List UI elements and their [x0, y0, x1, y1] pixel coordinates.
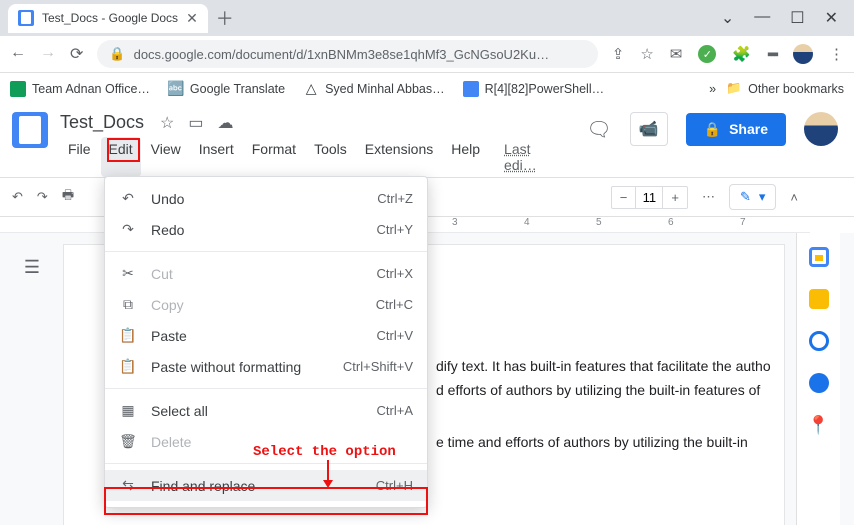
side-panel: 📍: [796, 233, 840, 525]
move-doc-icon[interactable]: ▭: [188, 113, 203, 133]
editing-mode-pill[interactable]: ✎▾: [729, 184, 776, 210]
select-all-icon: ▦: [119, 402, 137, 419]
menu-item-redo[interactable]: ↷RedoCtrl+Y: [105, 214, 427, 245]
copy-icon: ⧉: [119, 296, 137, 313]
browser-tab[interactable]: Test_Docs - Google Docs ✕: [8, 4, 208, 33]
more-toolbar-icon[interactable]: ⋯: [702, 189, 715, 205]
menu-item-undo[interactable]: ↶UndoCtrl+Z: [105, 183, 427, 214]
tab-title: Test_Docs - Google Docs: [42, 11, 178, 25]
decrease-font-icon[interactable]: −: [612, 187, 636, 208]
share-page-icon[interactable]: ⇪: [612, 45, 625, 63]
outline-panel: ☰: [0, 233, 64, 525]
delete-icon: 🗑: [119, 433, 137, 450]
sheets-icon: [10, 81, 26, 97]
mail-icon[interactable]: ✉: [670, 45, 683, 63]
cloud-status-icon[interactable]: ☁: [217, 113, 233, 133]
docs-icon: [463, 81, 479, 97]
menu-view[interactable]: View: [143, 137, 189, 177]
menu-extensions[interactable]: Extensions: [357, 137, 441, 177]
undo-icon: ↶: [119, 190, 137, 207]
print-icon[interactable]: 🖶: [62, 186, 74, 208]
bookmark-item[interactable]: △Syed Minhal Abbas…: [303, 81, 445, 97]
menu-help[interactable]: Help: [443, 137, 488, 177]
document-title[interactable]: Test_Docs: [60, 112, 144, 133]
close-window-icon[interactable]: ✕: [825, 8, 838, 28]
translate-icon: 🔤: [168, 81, 184, 97]
meet-button[interactable]: 📹: [630, 112, 668, 146]
contacts-icon[interactable]: [809, 373, 829, 393]
menu-item-cut[interactable]: ✂CutCtrl+X: [105, 258, 427, 289]
browser-omnibox: ← → ⟳ 🔒 docs.google.com/document/d/1xnBN…: [0, 36, 854, 72]
lock-icon: 🔒: [109, 46, 125, 62]
forward-icon: →: [40, 44, 56, 64]
menu-format[interactable]: Format: [244, 137, 304, 177]
menu-item-paste[interactable]: 📋PasteCtrl+V: [105, 320, 427, 351]
font-size-stepper[interactable]: − +: [611, 186, 688, 209]
lock-icon: 🔒: [704, 121, 721, 138]
docs-logo-icon[interactable]: [12, 112, 48, 148]
undo-icon[interactable]: ↶: [12, 189, 23, 205]
calendar-icon[interactable]: [809, 247, 829, 267]
increase-font-icon[interactable]: +: [663, 187, 687, 208]
bookmarks-overflow-icon[interactable]: »: [709, 82, 716, 96]
apps-icon[interactable]: ▪▪▪: [767, 46, 777, 63]
adblock-icon[interactable]: ✓: [698, 45, 716, 63]
maximize-icon[interactable]: ☐: [790, 8, 804, 28]
font-size-input[interactable]: [635, 187, 663, 208]
docs-favicon-icon: [18, 10, 34, 26]
kebab-menu-icon[interactable]: ⋮: [829, 45, 844, 63]
paste-icon: 📋: [119, 327, 137, 344]
bookmarks-bar: Team Adnan Office… 🔤Google Translate △Sy…: [0, 72, 854, 104]
menu-item-paste-no-format[interactable]: 📋Paste without formattingCtrl+Shift+V: [105, 351, 427, 382]
menu-file[interactable]: File: [60, 137, 99, 177]
menu-item-select-all[interactable]: ▦Select allCtrl+A: [105, 395, 427, 426]
maps-icon[interactable]: 📍: [807, 415, 829, 436]
drive-icon: △: [303, 81, 319, 97]
menu-insert[interactable]: Insert: [191, 137, 242, 177]
menu-item-copy[interactable]: ⧉CopyCtrl+C: [105, 289, 427, 320]
last-edit-link[interactable]: Last edi…: [496, 137, 574, 177]
redo-icon[interactable]: ↷: [37, 189, 48, 205]
paste-plain-icon: 📋: [119, 358, 137, 375]
outline-icon[interactable]: ☰: [24, 257, 40, 278]
url-text: docs.google.com/document/d/1xnBNMm3e8se1…: [134, 47, 550, 62]
menu-edit[interactable]: Edit: [101, 137, 141, 177]
minimize-icon[interactable]: —: [754, 8, 770, 28]
bookmark-item[interactable]: 🔤Google Translate: [168, 81, 285, 97]
find-replace-icon: ⇆: [119, 477, 137, 494]
star-doc-icon[interactable]: ☆: [160, 113, 174, 133]
profile-avatar-icon[interactable]: [793, 44, 813, 64]
new-tab-button[interactable]: ＋: [216, 5, 234, 31]
collapse-toolbar-icon[interactable]: ˄: [790, 190, 798, 205]
tasks-icon[interactable]: [809, 331, 829, 351]
menu-tools[interactable]: Tools: [306, 137, 355, 177]
menu-bar: File Edit View Insert Format Tools Exten…: [60, 137, 574, 177]
annotation-arrow-icon: [318, 460, 338, 490]
close-tab-icon[interactable]: ✕: [186, 10, 198, 27]
chevron-down-icon: ▾: [759, 189, 766, 205]
meet-icon: 📹: [639, 119, 659, 139]
keep-icon[interactable]: [809, 289, 829, 309]
extensions-icon[interactable]: 🧩: [732, 45, 751, 63]
pencil-icon: ✎: [740, 189, 751, 205]
menu-item-find-replace[interactable]: ⇆Find and replaceCtrl+H: [105, 470, 427, 501]
other-bookmarks[interactable]: 📁Other bookmarks: [726, 81, 844, 97]
account-avatar-icon[interactable]: [804, 112, 838, 146]
folder-icon: 📁: [726, 81, 742, 97]
browser-tab-strip: Test_Docs - Google Docs ✕ ＋ ⌄ — ☐ ✕: [0, 0, 854, 36]
chevron-down-icon[interactable]: ⌄: [721, 8, 734, 28]
address-bar[interactable]: 🔒 docs.google.com/document/d/1xnBNMm3e8s…: [97, 40, 597, 68]
back-icon[interactable]: ←: [10, 44, 26, 64]
reload-icon[interactable]: ⟳: [70, 44, 83, 64]
bookmark-item[interactable]: Team Adnan Office…: [10, 81, 150, 97]
annotation-label: Select the option: [253, 444, 396, 460]
bookmark-item[interactable]: R[4][82]PowerShell…: [463, 81, 605, 97]
cut-icon: ✂: [119, 265, 137, 282]
star-icon[interactable]: ☆: [640, 45, 653, 63]
share-button[interactable]: 🔒Share: [686, 113, 786, 146]
redo-icon: ↷: [119, 221, 137, 238]
docs-header: Test_Docs ☆ ▭ ☁ File Edit View Insert Fo…: [0, 104, 854, 177]
comments-icon[interactable]: 🗨: [586, 117, 611, 142]
